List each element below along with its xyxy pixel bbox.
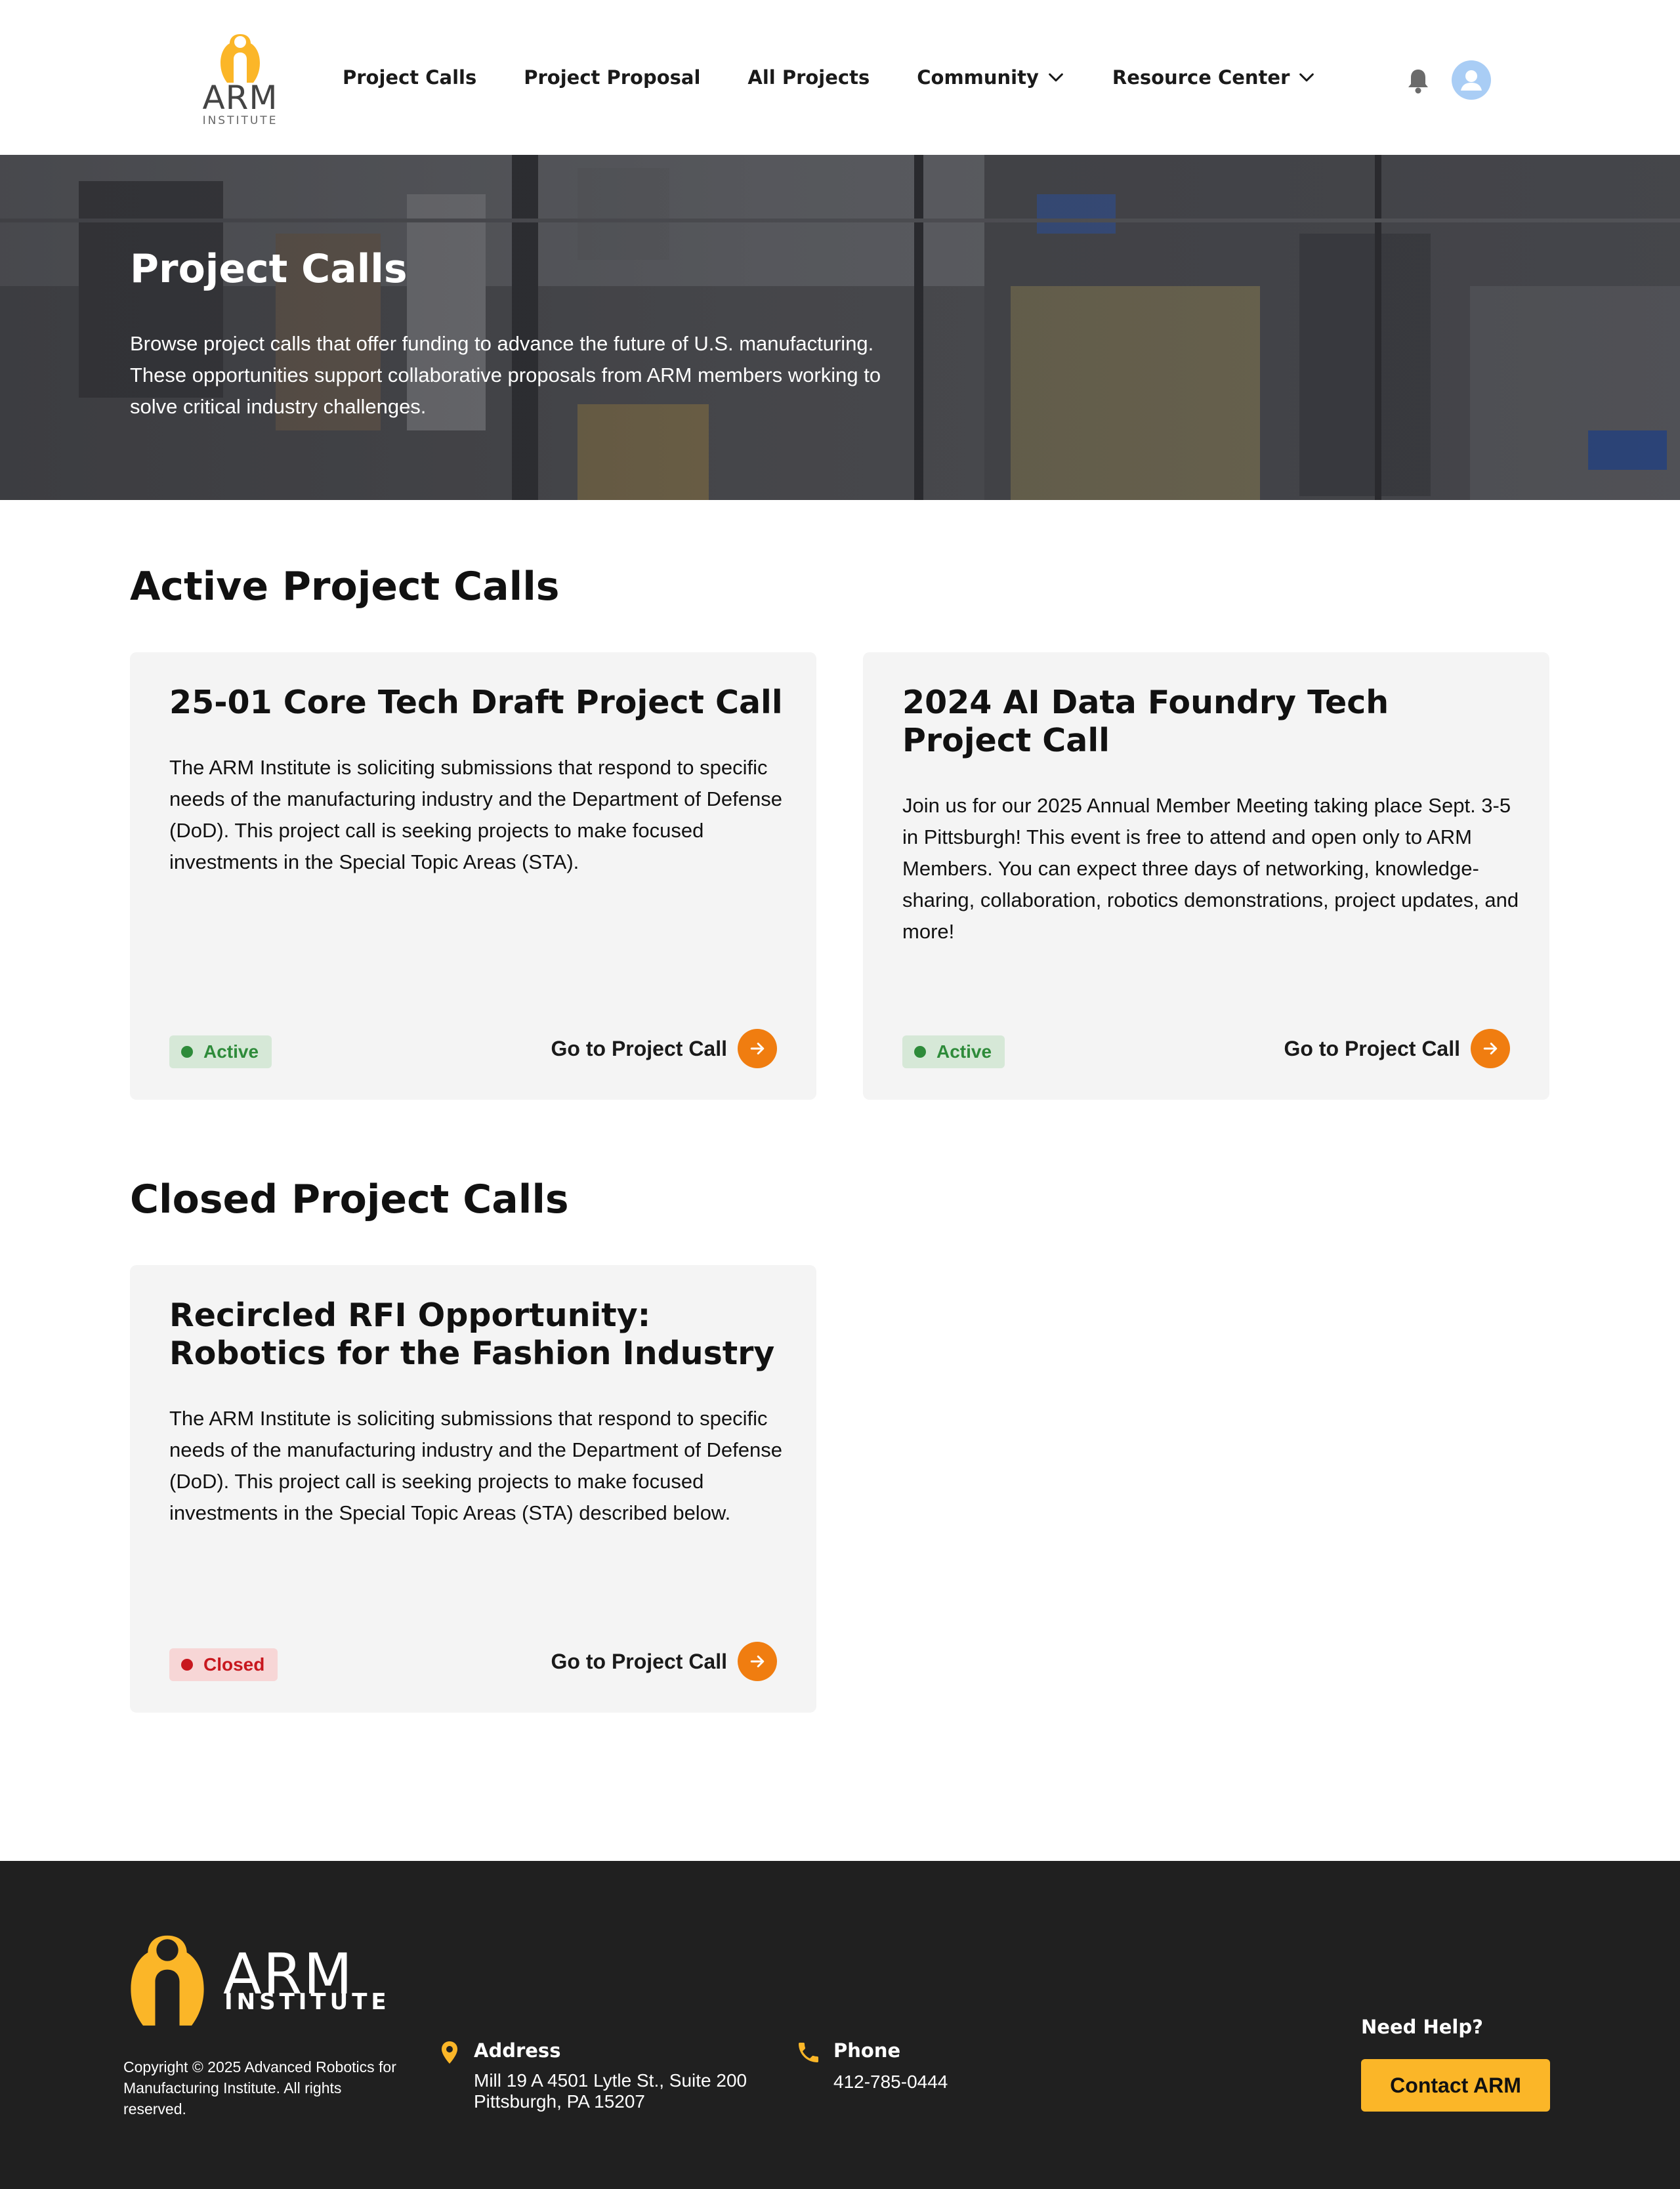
project-call-card: 25-01 Core Tech Draft Project Call The A… — [130, 652, 816, 1100]
arrow-right-icon — [738, 1642, 777, 1681]
status-badge: Closed — [169, 1648, 278, 1681]
hero-overlay — [0, 155, 1680, 500]
user-avatar-button[interactable] — [1452, 60, 1491, 100]
status-dot-icon — [914, 1046, 926, 1058]
need-help-label: Need Help? — [1361, 2016, 1483, 2038]
card-title: 25-01 Core Tech Draft Project Call — [169, 684, 783, 721]
nav-item-all-projects[interactable]: All Projects — [747, 66, 870, 89]
active-section-title: Active Project Calls — [130, 564, 560, 610]
link-label: Go to Project Call — [551, 1649, 727, 1673]
status-badge: Active — [169, 1035, 272, 1068]
card-title: Recircled RFI Opportunity: Robotics for … — [169, 1297, 775, 1372]
logo-wordmark: ARM — [202, 79, 278, 117]
logo-subtext: INSTITUTE — [202, 114, 278, 127]
nav-item-project-proposal[interactable]: Project Proposal — [524, 66, 700, 89]
go-to-project-call-link[interactable]: Go to Project Call — [551, 1029, 777, 1068]
site-header: ARM INSTITUTE Project Calls Project Prop… — [0, 0, 1680, 155]
copyright-text: Copyright © 2025 Advanced Robotics for M… — [123, 2058, 396, 2117]
status-badge: Active — [902, 1035, 1005, 1068]
card-description: Join us for our 2025 Annual Member Meeti… — [902, 794, 1519, 943]
phone-label: Phone — [833, 2039, 901, 2062]
closed-section-title: Closed Project Calls — [130, 1177, 569, 1222]
status-label: Active — [936, 1041, 992, 1062]
arm-institute-logo[interactable]: ARM INSTITUTE — [197, 30, 284, 129]
nav-label: Project Proposal — [524, 66, 701, 89]
chevron-down-icon — [1049, 73, 1063, 82]
nav-item-resource-center[interactable]: Resource Center — [1112, 66, 1316, 89]
arm-logo-mark-icon — [131, 1935, 204, 2026]
phone-icon — [799, 2043, 818, 2062]
status-label: Closed — [203, 1654, 265, 1675]
card-description: The ARM Institute is soliciting submissi… — [169, 1407, 783, 1524]
footer-logo-subtext: INSTITUTE — [224, 1989, 390, 2015]
arrow-right-icon — [738, 1029, 777, 1068]
status-label: Active — [203, 1041, 259, 1062]
status-dot-icon — [181, 1046, 193, 1058]
nav-label: Community — [917, 66, 1039, 89]
hero-banner: Project Calls Browse project calls that … — [0, 155, 1680, 500]
link-label: Go to Project Call — [551, 1036, 727, 1060]
nav-item-project-calls[interactable]: Project Calls — [343, 66, 476, 89]
project-call-card: 2024 AI Data Foundry Tech Project Call J… — [863, 652, 1549, 1100]
go-to-project-call-link[interactable]: Go to Project Call — [551, 1642, 777, 1681]
project-call-card: Recircled RFI Opportunity: Robotics for … — [130, 1265, 816, 1713]
nav-label: Resource Center — [1112, 66, 1290, 89]
main-nav: Project Calls Project Proposal All Proje… — [343, 63, 1363, 92]
address-line-1: Mill 19 A 4501 Lytle St., Suite 200 — [474, 2070, 747, 2091]
nav-label: All Projects — [747, 66, 870, 89]
page-title: Project Calls — [130, 246, 408, 292]
go-to-project-call-link[interactable]: Go to Project Call — [1284, 1029, 1510, 1068]
contact-arm-button[interactable]: Contact ARM — [1361, 2059, 1550, 2112]
phone-number[interactable]: 412-785-0444 — [833, 2071, 948, 2093]
address-line-2: Pittsburgh, PA 15207 — [474, 2091, 645, 2112]
nav-label: Project Calls — [343, 66, 477, 89]
location-pin-icon — [442, 2041, 457, 2064]
card-title: 2024 AI Data Foundry Tech Project Call — [902, 684, 1389, 759]
chevron-down-icon — [1299, 73, 1314, 82]
user-icon — [1461, 70, 1482, 91]
nav-item-community[interactable]: Community — [917, 66, 1065, 89]
notification-bell-icon[interactable] — [1406, 67, 1431, 94]
link-label: Go to Project Call — [1284, 1036, 1460, 1060]
address-label: Address — [474, 2039, 561, 2062]
hero-description: Browse project calls that offer funding … — [130, 332, 881, 418]
status-dot-icon — [181, 1659, 193, 1671]
card-description: The ARM Institute is soliciting submissi… — [169, 756, 783, 873]
arrow-right-icon — [1471, 1029, 1510, 1068]
site-footer: ARM INSTITUTE Copyright © 2025 Advanced … — [0, 1861, 1680, 2189]
